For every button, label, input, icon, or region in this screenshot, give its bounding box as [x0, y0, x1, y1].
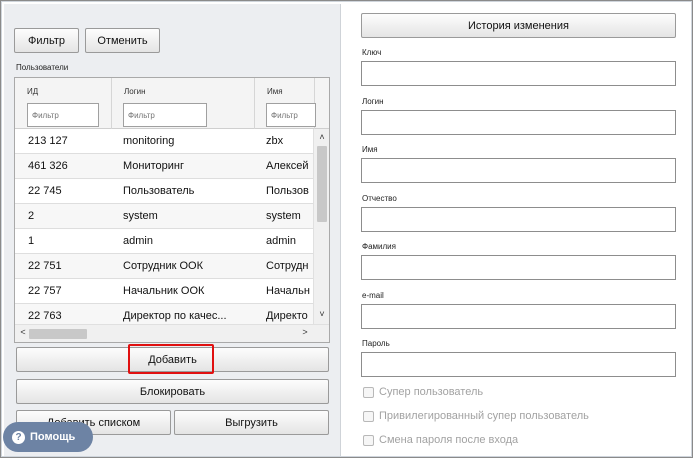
scroll-down-icon[interactable]: ˅	[314, 309, 329, 319]
cell-name: Директо	[266, 310, 308, 322]
first-name-input[interactable]	[361, 158, 676, 183]
cell-login: Сотрудник ООК	[123, 260, 204, 272]
field-label-key: Ключ	[362, 48, 382, 57]
horizontal-scroll-thumb[interactable]	[29, 329, 87, 339]
email-input[interactable]	[361, 304, 676, 329]
table-row[interactable]: 1 admin admin	[15, 229, 313, 254]
checkbox-label: Привилегированный супер пользователь	[379, 410, 589, 422]
field-label-patronymic: Отчество	[362, 194, 397, 203]
cell-login: Пользователь	[123, 185, 195, 197]
vertical-scroll-thumb[interactable]	[317, 146, 327, 222]
cell-name: Алексей	[266, 160, 309, 172]
scroll-up-icon[interactable]: ˄	[314, 132, 329, 142]
vertical-scrollbar[interactable]: ˄ ˅	[313, 129, 329, 324]
last-name-input[interactable]	[361, 255, 676, 280]
cell-id: 213 127	[28, 135, 68, 147]
cell-login: Мониторинг	[123, 160, 185, 172]
cell-id: 22 757	[28, 285, 62, 297]
cell-name: Пользов	[266, 185, 309, 197]
table-row[interactable]: 213 127 monitoring zbx	[15, 129, 313, 154]
field-label-login: Логин	[362, 97, 384, 106]
checkbox-icon[interactable]	[363, 386, 374, 398]
cancel-button[interactable]: Отменить	[85, 28, 160, 53]
add-button-highlight	[128, 344, 214, 374]
cell-login: monitoring	[123, 135, 175, 147]
users-section-label: Пользователи	[16, 63, 69, 72]
cell-name: Сотрудн	[266, 260, 309, 272]
cell-name: system	[266, 210, 301, 222]
password-input[interactable]	[361, 352, 676, 377]
cell-id: 461 326	[28, 160, 68, 172]
column-header-login[interactable]: Логин	[112, 78, 255, 129]
login-input[interactable]	[361, 110, 676, 135]
cell-id: 1	[28, 235, 35, 247]
table-row[interactable]: 461 326 Мониторинг Алексей	[15, 154, 313, 179]
help-label: Помощь	[30, 431, 76, 443]
checkbox-label: Смена пароля после входа	[379, 434, 519, 446]
checkbox-icon[interactable]	[363, 410, 374, 422]
checkbox-super-user[interactable]: Супер пользователь	[363, 385, 483, 399]
cell-login: system	[123, 210, 158, 222]
table-row[interactable]: 22 745 Пользователь Пользов	[15, 179, 313, 204]
cell-id: 2	[28, 210, 35, 222]
cell-name: zbx	[266, 135, 284, 147]
column-title-name: Имя	[267, 87, 283, 96]
checkbox-change-password[interactable]: Смена пароля после входа	[363, 433, 518, 447]
table-row[interactable]: 2 system system	[15, 204, 313, 229]
history-button[interactable]: История изменения	[361, 13, 676, 38]
filter-button[interactable]: Фильтр	[14, 28, 79, 53]
table-body: 213 127 monitoring zbx 461 326 Мониторин…	[15, 129, 313, 324]
cell-login: Начальник ООК	[123, 285, 205, 297]
checkbox-icon[interactable]	[363, 434, 374, 446]
cell-login: Директор по качес...	[123, 310, 227, 322]
column-title-id: ИД	[27, 87, 39, 96]
table-row[interactable]: 22 751 Сотрудник ООК Сотрудн	[15, 254, 313, 279]
export-button[interactable]: Выгрузить	[174, 410, 329, 435]
horizontal-scrollbar[interactable]: < >	[15, 324, 329, 342]
column-header-name[interactable]: Имя	[255, 78, 316, 129]
column-title-login: Логин	[124, 87, 146, 96]
cell-id: 22 763	[28, 310, 62, 322]
table-header: ИД Логин Имя	[15, 78, 329, 129]
app-window: Фильтр Отменить Пользователи ИД Логин Им…	[0, 0, 693, 458]
cell-login: admin	[123, 235, 153, 247]
question-icon: ?	[12, 430, 25, 444]
field-label-email: e-mail	[362, 291, 384, 300]
cell-id: 22 745	[28, 185, 62, 197]
id-filter-input[interactable]	[27, 103, 99, 127]
name-filter-input[interactable]	[266, 103, 316, 127]
table-row[interactable]: 22 763 Директор по качес... Директо	[15, 304, 313, 324]
checkbox-label: Супер пользователь	[379, 386, 484, 398]
login-filter-input[interactable]	[123, 103, 207, 127]
table-row[interactable]: 22 757 Начальник ООК Начальн	[15, 279, 313, 304]
column-header-id[interactable]: ИД	[15, 78, 112, 129]
cell-id: 22 751	[28, 260, 62, 272]
field-label-password: Пароль	[362, 339, 390, 348]
cell-name: admin	[266, 235, 296, 247]
patronymic-input[interactable]	[361, 207, 676, 232]
checkbox-privileged-super-user[interactable]: Привилегированный супер пользователь	[363, 409, 589, 423]
field-label-first-name: Имя	[362, 145, 378, 154]
cell-name: Начальн	[266, 285, 310, 297]
user-form-panel: История изменения Ключ Логин Имя Отчеств…	[347, 4, 690, 456]
help-button[interactable]: ? Помощь	[3, 422, 93, 452]
block-button[interactable]: Блокировать	[16, 379, 329, 404]
users-panel: Фильтр Отменить Пользователи ИД Логин Им…	[4, 4, 341, 456]
users-table: ИД Логин Имя 213 127 monitoring zbx	[14, 77, 330, 343]
key-input[interactable]	[361, 61, 676, 86]
field-label-last-name: Фамилия	[362, 242, 396, 251]
scroll-right-icon[interactable]: >	[297, 327, 313, 337]
